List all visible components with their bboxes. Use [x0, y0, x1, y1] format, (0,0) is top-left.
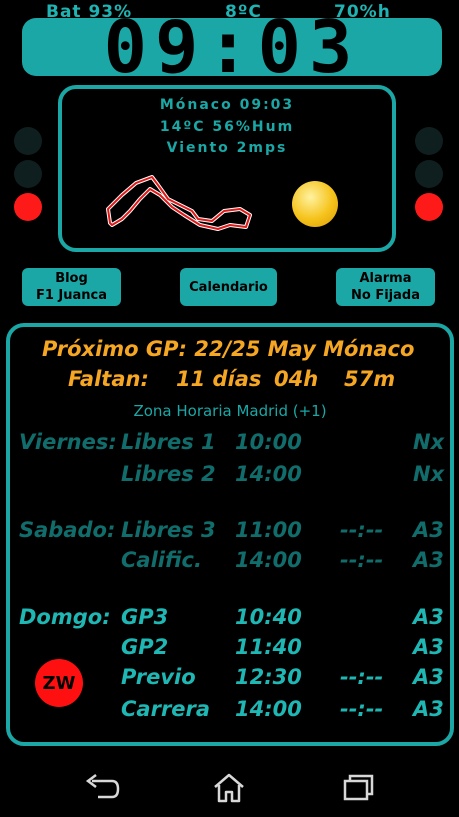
zw-badge-button[interactable]: ZW — [35, 659, 83, 707]
schedule-session: Calific. — [121, 548, 202, 572]
back-icon[interactable] — [82, 771, 122, 803]
schedule-day: Domgo: — [19, 605, 111, 629]
remaining-hours: 04h — [274, 367, 319, 391]
schedule-channel: A3 — [413, 605, 444, 629]
schedule-time: 10:40 — [235, 605, 302, 629]
schedule-time: 10:00 — [235, 430, 302, 454]
calendar-button-label: Calendario — [189, 279, 268, 295]
schedule-row: GP2 11:40 A3 — [10, 635, 450, 665]
weather-location-time: Mónaco 09:03 — [159, 97, 295, 113]
schedule-extra: --:-- — [340, 665, 384, 689]
schedule-time: 11:40 — [235, 635, 302, 659]
weather-temp-humidity: 14ºC 56%Hum — [159, 119, 295, 135]
alarm-button[interactable]: Alarma No Fijada — [336, 268, 435, 306]
schedule-channel: A3 — [413, 635, 444, 659]
recent-apps-icon[interactable] — [337, 771, 377, 803]
schedule-session: GP3 — [121, 605, 169, 629]
schedule-time: 14:00 — [235, 697, 302, 721]
timezone-label: Zona Horaria Madrid (+1) — [133, 402, 327, 420]
indicator-dot-right-1 — [415, 127, 443, 155]
alarm-button-line1: Alarma — [359, 271, 412, 286]
indicator-dot-right-2 — [415, 160, 443, 188]
schedule-row: Calific. 14:00 --:-- A3 — [10, 548, 450, 578]
schedule-session: Previo — [121, 665, 196, 689]
indicator-dot-left-2 — [14, 160, 42, 188]
schedule-channel: A3 — [413, 548, 444, 572]
schedule-session: Libres 3 — [121, 518, 216, 542]
schedule-time: 14:00 — [235, 548, 302, 572]
clock-display[interactable]: 09:03 — [22, 11, 442, 83]
schedule-session: Carrera — [121, 697, 211, 721]
schedule-channel: Nx — [413, 462, 445, 486]
blog-button-line2: F1 Juanca — [35, 288, 108, 303]
weather-wind: Viento 2mps — [166, 140, 288, 156]
next-gp-title: Próximo GP: 22/25 May Mónaco — [42, 337, 415, 361]
schedule-extra: --:-- — [340, 697, 384, 721]
schedule-row: Libres 2 14:00 Nx — [10, 462, 450, 492]
schedule-session: Libres 1 — [121, 430, 216, 454]
schedule-row: Carrera 14:00 --:-- A3 — [10, 697, 450, 727]
schedule-time: 12:30 — [235, 665, 302, 689]
schedule-row: Viernes: Libres 1 10:00 Nx — [10, 430, 450, 460]
alarm-button-line2: No Fijada — [351, 288, 420, 303]
navigation-bar — [0, 757, 459, 817]
weather-panel[interactable]: Mónaco 09:03 14ºC 56%Hum Viento 2mps — [58, 85, 396, 252]
home-icon[interactable] — [209, 771, 249, 803]
schedule-extra: --:-- — [340, 518, 384, 542]
indicator-dot-right-3 — [415, 193, 443, 221]
schedule-channel: A3 — [413, 665, 444, 689]
schedule-time: 11:00 — [235, 518, 302, 542]
schedule-channel: A3 — [413, 697, 444, 721]
sun-cloud-icon — [292, 181, 338, 227]
schedule-channel: A3 — [413, 518, 444, 542]
indicator-dot-left-3 — [14, 193, 42, 221]
schedule-day: Viernes: — [19, 430, 117, 454]
remaining-days: 11 días — [176, 367, 262, 391]
schedule-extra: --:-- — [340, 548, 384, 572]
remaining-minutes: 57m — [344, 367, 396, 391]
schedule-session: GP2 — [121, 635, 169, 659]
circuit-map-icon — [106, 175, 252, 231]
schedule-session: Libres 2 — [121, 462, 216, 486]
schedule-channel: Nx — [413, 430, 445, 454]
blog-button-line1: Blog — [55, 271, 88, 286]
schedule-row: Domgo: GP3 10:40 A3 — [10, 605, 450, 635]
schedule-time: 14:00 — [235, 462, 302, 486]
calendar-button[interactable]: Calendario — [180, 268, 277, 306]
blog-button[interactable]: Blog F1 Juanca — [22, 268, 121, 306]
schedule-row: Sabado: Libres 3 11:00 --:-- A3 — [10, 518, 450, 548]
schedule-day: Sabado: — [19, 518, 116, 542]
indicator-dot-left-1 — [14, 127, 42, 155]
remaining-label: Faltan: — [68, 367, 149, 391]
